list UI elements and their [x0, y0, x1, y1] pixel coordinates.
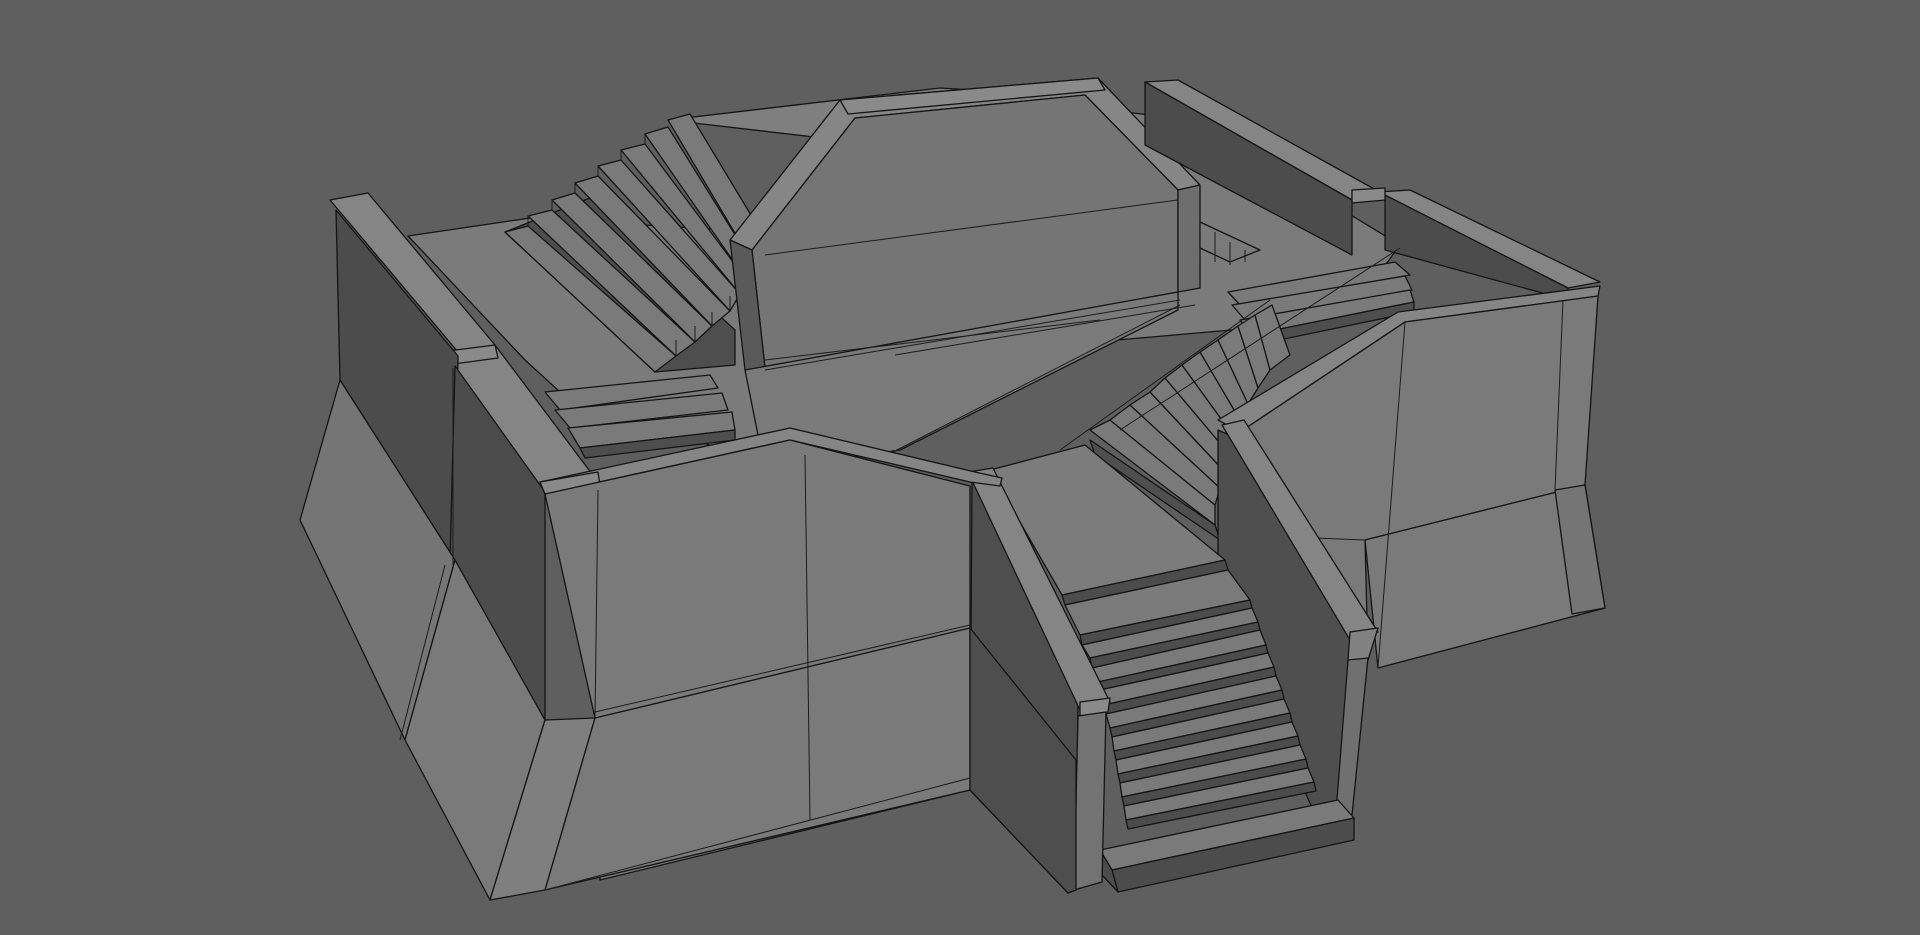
3d-viewport[interactable] [0, 0, 1920, 935]
front-rail-post [1073, 711, 1107, 891]
model-render [299, 77, 1606, 901]
right-rail-post [1347, 627, 1379, 661]
front-left-wall [539, 427, 1003, 891]
